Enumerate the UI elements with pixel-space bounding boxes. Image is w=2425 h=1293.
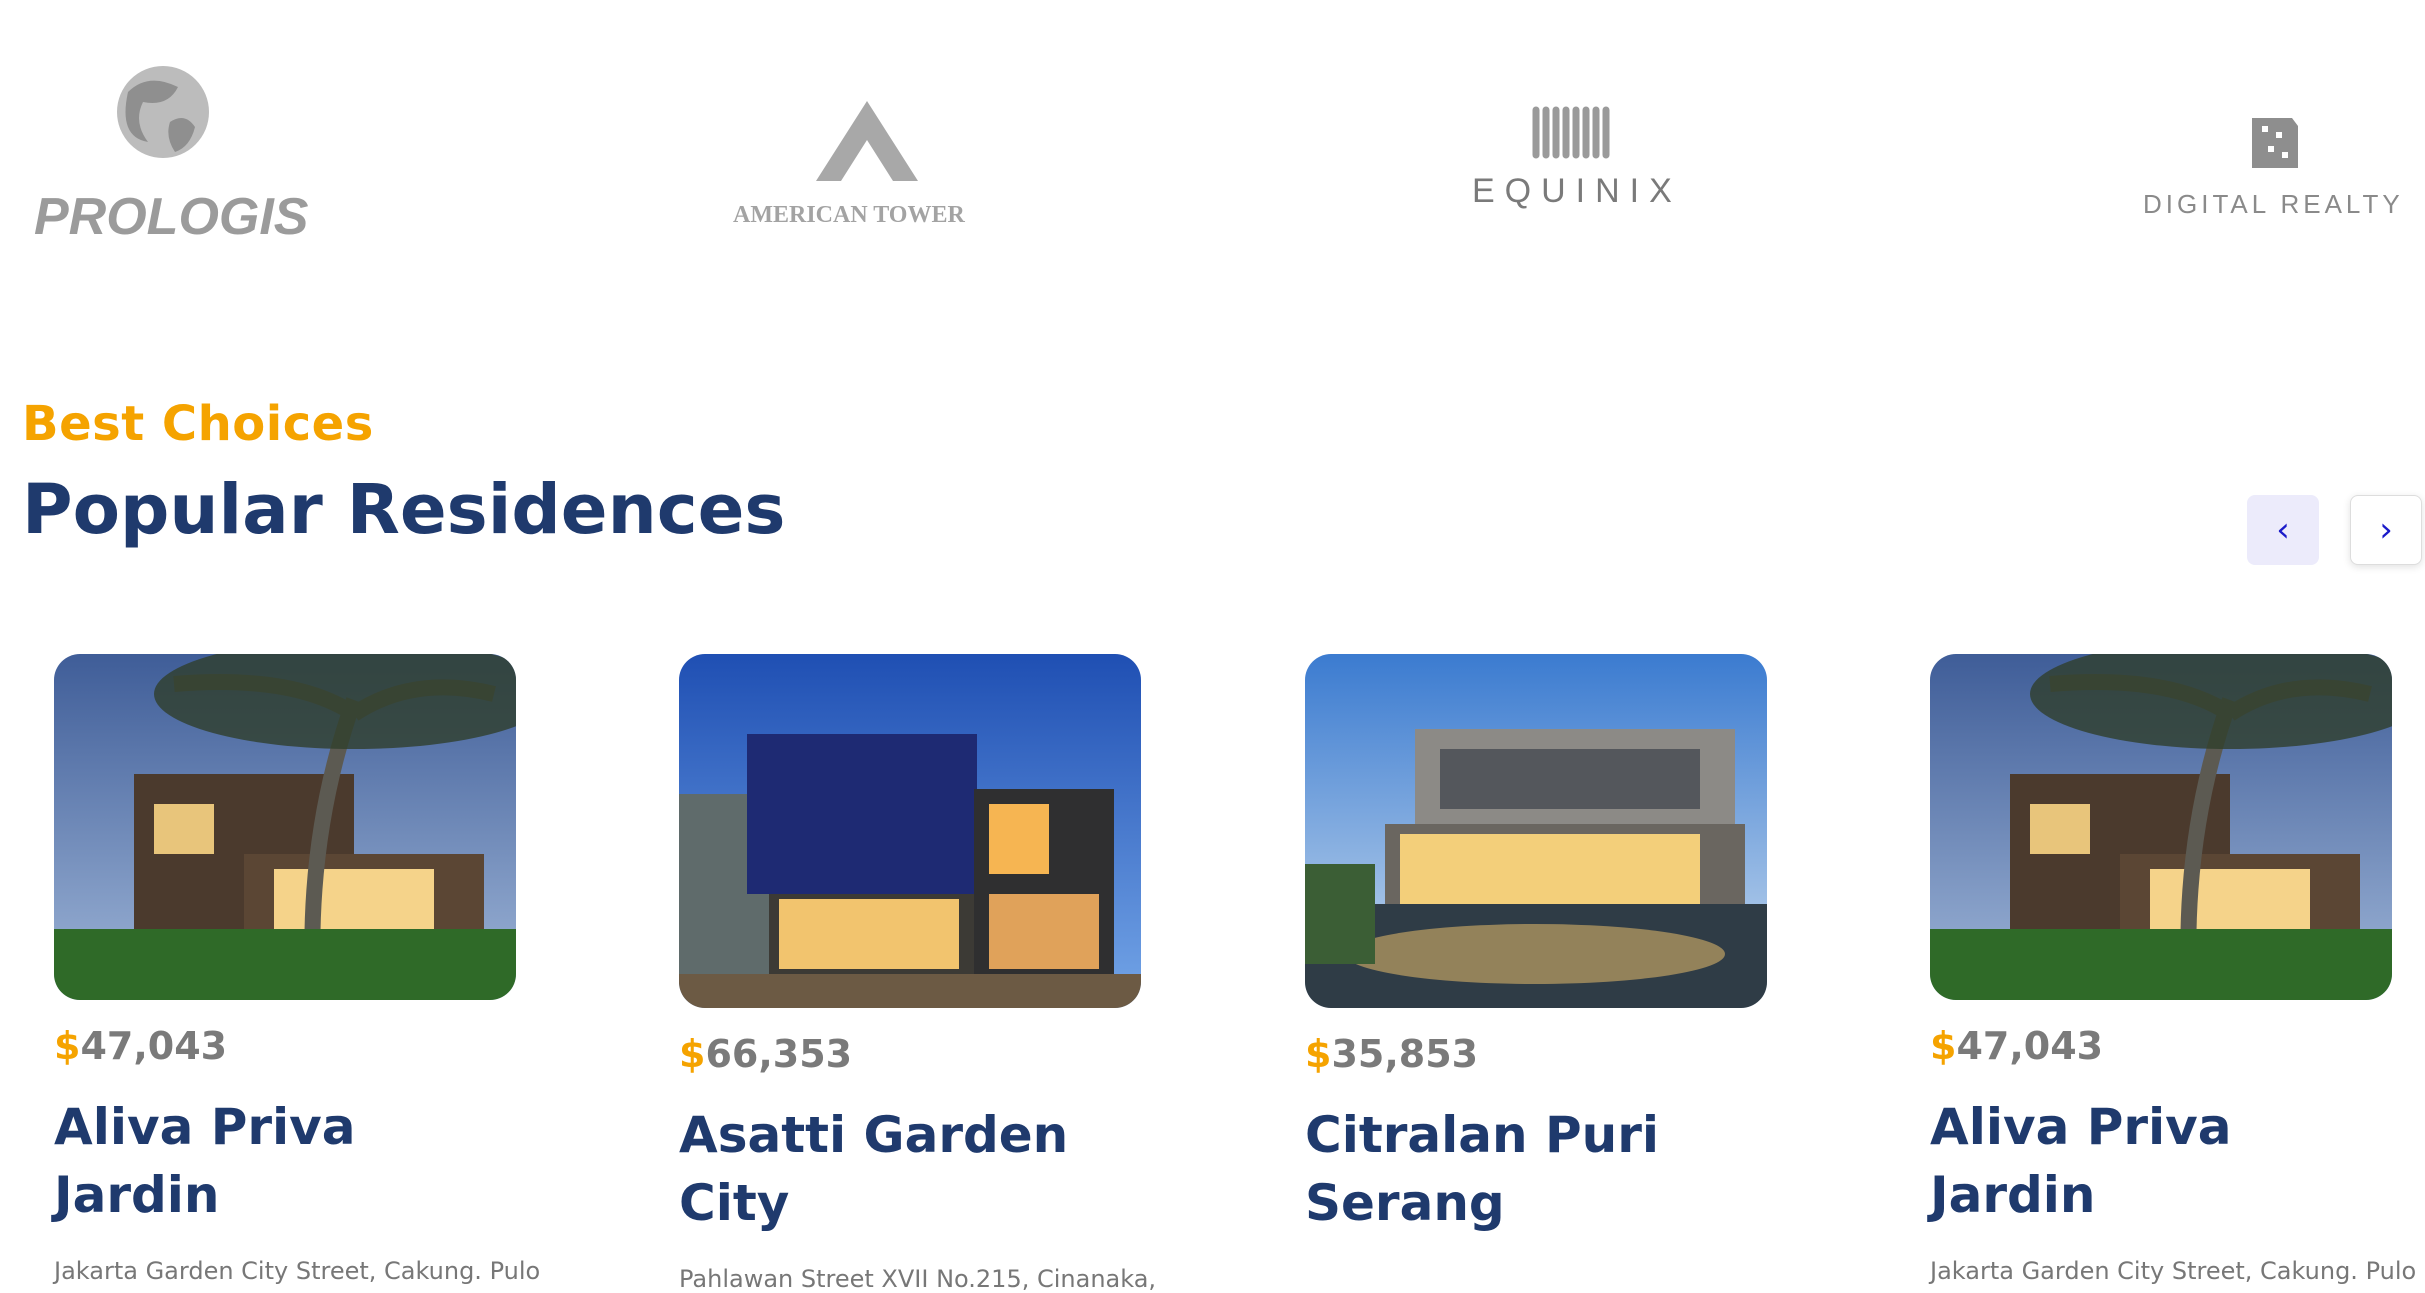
residence-image <box>54 654 516 1000</box>
residence-price: $47,043 <box>1930 1024 2392 1068</box>
residence-image <box>1930 654 2392 1000</box>
residence-image <box>679 654 1141 1008</box>
price-value: 35,853 <box>1331 1032 1479 1076</box>
residence-price: $35,853 <box>1305 1032 1767 1076</box>
digital-realty-logo: DIGITAL REALTY <box>2140 112 2425 226</box>
equinix-wordmark: EQUINIX <box>1472 172 1682 210</box>
residence-card[interactable]: $47,043 Aliva Priva Jardin Jakarta Garde… <box>54 654 541 1285</box>
digital-realty-wordmark: DIGITAL REALTY <box>2143 189 2404 219</box>
residence-address: Jakarta Garden City Street, Cakung. Pulo <box>54 1257 541 1285</box>
residence-address: Pahlawan Street XVII No.215, Cinanaka, <box>679 1265 1157 1293</box>
residence-image <box>1305 654 1767 1008</box>
residence-name[interactable]: Citralan Puri Serang <box>1305 1102 1767 1237</box>
price-value: 66,353 <box>705 1032 853 1076</box>
residence-name[interactable]: Asatti Garden City <box>679 1102 1141 1237</box>
prologis-logo: PROLOGIS <box>30 62 310 246</box>
currency-symbol: $ <box>1305 1032 1332 1076</box>
carousel-next-button[interactable]: › <box>2350 495 2422 565</box>
currency-symbol: $ <box>54 1024 81 1068</box>
american-tower-logo: AMERICAN TOWER <box>730 95 1030 229</box>
residence-name[interactable]: Aliva Priva Jardin <box>1930 1094 2392 1229</box>
partner-logos: PROLOGIS AMERICAN TOWER EQUINIX DIGITAL … <box>0 0 2425 300</box>
currency-symbol: $ <box>679 1032 706 1076</box>
residence-card[interactable]: $66,353 Asatti Garden City Pahlawan Stre… <box>679 654 1157 1293</box>
equinix-logo: EQUINIX <box>1470 102 1690 216</box>
chevron-right-icon: › <box>2379 510 2393 550</box>
section-title: Popular Residences <box>22 470 786 550</box>
currency-symbol: $ <box>1930 1024 1957 1068</box>
prologis-wordmark: PROLOGIS <box>34 188 309 242</box>
price-value: 47,043 <box>1956 1024 2104 1068</box>
price-value: 47,043 <box>80 1024 228 1068</box>
american-tower-wordmark: AMERICAN TOWER <box>733 202 965 225</box>
chevron-left-icon: ‹ <box>2276 510 2290 550</box>
residence-card[interactable]: $35,853 Citralan Puri Serang <box>1305 654 1767 1265</box>
residence-address: Jakarta Garden City Street, Cakung. Pulo <box>1930 1257 2417 1285</box>
carousel-prev-button[interactable]: ‹ <box>2247 495 2319 565</box>
residence-card[interactable]: $47,043 Aliva Priva Jardin Jakarta Garde… <box>1930 654 2417 1285</box>
residence-name[interactable]: Aliva Priva Jardin <box>54 1094 516 1229</box>
residence-price: $47,043 <box>54 1024 516 1068</box>
residence-price: $66,353 <box>679 1032 1141 1076</box>
section-eyebrow: Best Choices <box>22 396 374 452</box>
